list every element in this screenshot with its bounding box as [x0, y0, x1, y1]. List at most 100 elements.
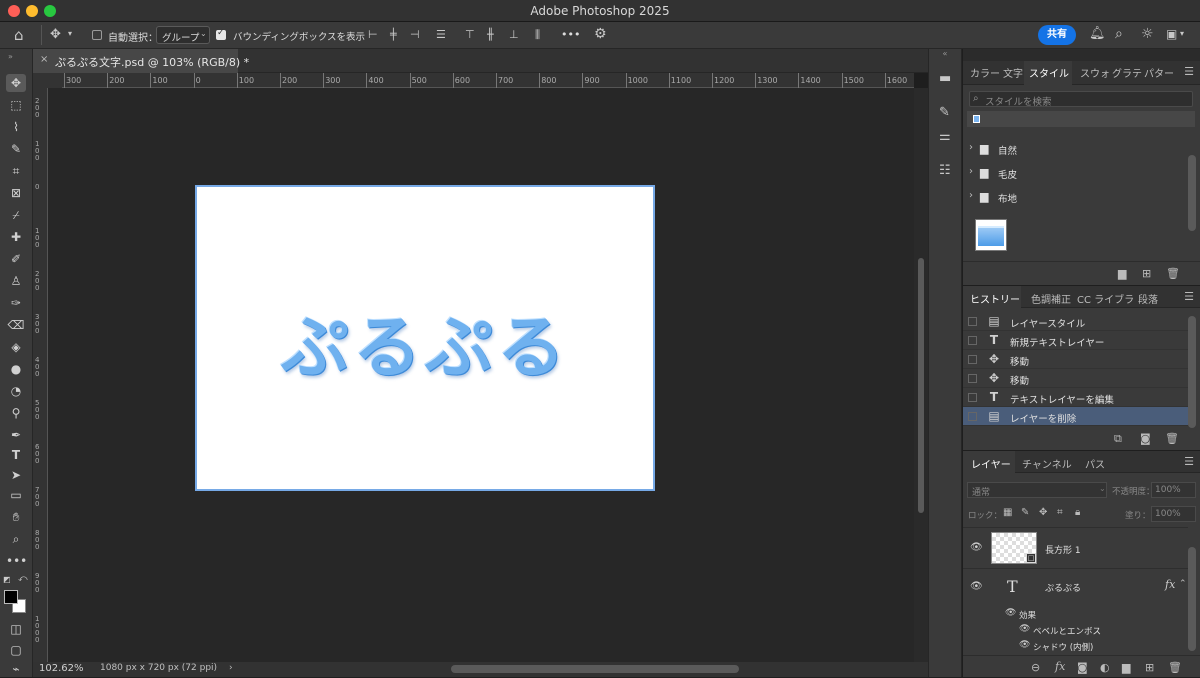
- history-item[interactable]: T テキストレイヤーを編集: [963, 388, 1188, 407]
- layer-thumbnail[interactable]: □: [991, 532, 1037, 564]
- marquee-tool[interactable]: ⬚: [6, 96, 26, 114]
- history-brush-source-box[interactable]: [968, 374, 977, 383]
- collapse-toolbar-icon[interactable]: »: [8, 52, 13, 61]
- lock-pixels-icon[interactable]: ✎: [1021, 507, 1029, 518]
- trash-icon[interactable]: 🗑︎: [1166, 267, 1180, 280]
- chevron-up-icon[interactable]: ⌃: [1179, 579, 1187, 589]
- chevron-right-icon[interactable]: ›: [229, 663, 233, 673]
- history-brush-source-box[interactable]: [968, 393, 977, 402]
- rectangle-tool[interactable]: ▭: [6, 486, 26, 504]
- frame-tool[interactable]: ⊠: [6, 184, 26, 202]
- new-group-icon[interactable]: ▆: [1118, 267, 1126, 280]
- opacity-input[interactable]: 100%: [1151, 482, 1196, 498]
- foreground-color-swatch[interactable]: [4, 590, 18, 604]
- tab-adjustments[interactable]: 色調補正: [1031, 291, 1071, 306]
- eye-icon[interactable]: 👁︎: [1019, 640, 1030, 650]
- quick-mask-icon[interactable]: ◫: [6, 620, 26, 638]
- trash-icon[interactable]: 🗑︎: [1165, 432, 1179, 445]
- history-item[interactable]: T 新規テキストレイヤー: [963, 331, 1188, 350]
- hand-tool[interactable]: ✋︎: [6, 508, 26, 526]
- styles-scrollbar[interactable]: [1188, 155, 1196, 231]
- crop-tool[interactable]: ⌗: [6, 162, 26, 180]
- fx-icon[interactable]: fx: [1165, 578, 1175, 591]
- history-brush-source-box[interactable]: [968, 355, 977, 364]
- lightbulb-icon[interactable]: ☼: [1141, 27, 1154, 41]
- document-canvas[interactable]: ぷるぷる: [195, 185, 655, 491]
- style-thumbnail[interactable]: [975, 219, 1007, 251]
- history-brush-source-box[interactable]: [968, 336, 977, 345]
- link-icon[interactable]: ⊖: [1031, 661, 1040, 674]
- tab-cc-libraries[interactable]: CC ライブラ: [1077, 291, 1134, 306]
- default-colors-icon[interactable]: ◩: [3, 575, 11, 584]
- tab-swatches[interactable]: スウォ: [1080, 65, 1110, 80]
- chevron-right-icon[interactable]: ›: [969, 142, 973, 153]
- lock-artboard-icon[interactable]: ⌗: [1057, 507, 1063, 518]
- eye-icon[interactable]: 👁︎: [1019, 624, 1030, 634]
- trash-icon[interactable]: 🗑︎: [1168, 661, 1182, 674]
- more-edit-icon[interactable]: ⌁: [6, 660, 26, 678]
- eye-icon[interactable]: 👁︎: [970, 542, 983, 553]
- share-button[interactable]: 共有: [1038, 25, 1076, 45]
- eraser-tool[interactable]: ⌫: [6, 316, 26, 334]
- dodge-burn-tool[interactable]: ⚲: [6, 404, 26, 422]
- auto-select-checkbox[interactable]: [92, 30, 102, 40]
- search-icon[interactable]: ⌕: [1115, 27, 1123, 41]
- brush-tool[interactable]: ✐: [6, 250, 26, 268]
- panel-menu-icon[interactable]: ☰: [1184, 65, 1194, 78]
- style-search-input[interactable]: ⌕ スタイルを検索: [969, 91, 1193, 108]
- fill-input[interactable]: 100%: [1151, 506, 1196, 522]
- lock-all-icon[interactable]: 🔒︎: [1075, 507, 1080, 518]
- new-group-icon[interactable]: ▆: [1122, 661, 1130, 674]
- eye-icon[interactable]: 👁︎: [1005, 608, 1016, 618]
- move-tool[interactable]: ✥: [6, 74, 26, 92]
- dodge-tool[interactable]: ◔: [6, 382, 26, 400]
- auto-select-dropdown[interactable]: グループ ⌄: [156, 26, 210, 44]
- effect-row[interactable]: 👁︎ シャドウ (内側): [963, 639, 1188, 655]
- bell-icon[interactable]: 🔔︎: [1089, 27, 1106, 40]
- workspace-icon[interactable]: ▣: [1166, 28, 1177, 40]
- tab-styles[interactable]: スタイル: [1029, 65, 1069, 80]
- layer-row[interactable]: 👁︎ T ぷるぷる fx ⌃: [963, 569, 1188, 609]
- home-icon[interactable]: ⌂: [14, 28, 24, 43]
- document-tab[interactable]: × ぷるぷる文字.psd @ 103% (RGB/8) *: [33, 49, 249, 73]
- tab-color[interactable]: カラー: [970, 65, 1000, 80]
- style-folder-row[interactable]: › ▆ 自然: [963, 137, 1188, 161]
- distribute-icon[interactable]: ☰: [436, 29, 446, 40]
- align-left-icon[interactable]: ⊢: [368, 29, 378, 40]
- chevron-down-icon[interactable]: ▾: [1180, 30, 1184, 38]
- new-layer-icon[interactable]: ⊞: [1145, 661, 1154, 674]
- align-right-icon[interactable]: ⊣: [410, 29, 420, 40]
- healing-brush-tool[interactable]: ✚: [6, 228, 26, 246]
- camera-icon[interactable]: ◙: [1140, 432, 1151, 445]
- screen-mode-icon[interactable]: ▢: [6, 641, 26, 659]
- new-document-from-state-icon[interactable]: ⧉: [1114, 432, 1122, 446]
- align-center-h-icon[interactable]: ╪: [390, 29, 397, 40]
- type-tool[interactable]: T: [6, 446, 26, 464]
- distribute-v-icon[interactable]: ⫼: [535, 29, 540, 40]
- history-brush-tool[interactable]: ✑: [6, 294, 26, 312]
- brush-settings-icon[interactable]: ✎: [939, 106, 950, 119]
- history-brush-source-box[interactable]: [968, 317, 977, 326]
- tab-layers[interactable]: レイヤー: [971, 456, 1011, 471]
- eyedropper-tool[interactable]: ⌿: [6, 206, 26, 224]
- history-item[interactable]: ✥ 移動: [963, 350, 1188, 369]
- history-scrollbar[interactable]: [1188, 316, 1196, 428]
- swap-colors-icon[interactable]: ⤺: [18, 574, 28, 584]
- horizontal-scrollbar-thumb[interactable]: [451, 665, 739, 673]
- vertical-scrollbar-thumb[interactable]: [918, 258, 924, 513]
- effects-row[interactable]: 👁︎ 効果: [963, 607, 1188, 623]
- horizontal-ruler[interactable]: 300 200 100 0 100 200 300 400 500 600 700 800 900 100…: [62, 73, 914, 88]
- layer-name[interactable]: ぷるぷる: [1045, 581, 1081, 594]
- vertical-ruler[interactable]: 2 0 0 1 0 0 0 1 0 0 2 0 0 3 0 0 4 0 0 5 0 0 6 0 …: [33, 88, 48, 662]
- panel-drag-bar[interactable]: [963, 49, 1200, 61]
- vertical-scrollbar[interactable]: [914, 88, 928, 662]
- lock-position-icon[interactable]: ✥: [1039, 507, 1047, 518]
- adjustments-icon[interactable]: ⚌: [939, 130, 951, 143]
- new-style-icon[interactable]: ⊞: [1142, 267, 1151, 280]
- history-item-selected[interactable]: ▤ レイヤーを削除: [963, 407, 1188, 426]
- align-bottom-icon[interactable]: ⊥: [509, 29, 519, 40]
- path-select-tool[interactable]: ➤: [6, 466, 26, 484]
- more-options-icon[interactable]: •••: [561, 28, 580, 41]
- eye-icon[interactable]: 👁︎: [970, 581, 983, 592]
- chevron-right-icon[interactable]: ›: [969, 190, 973, 201]
